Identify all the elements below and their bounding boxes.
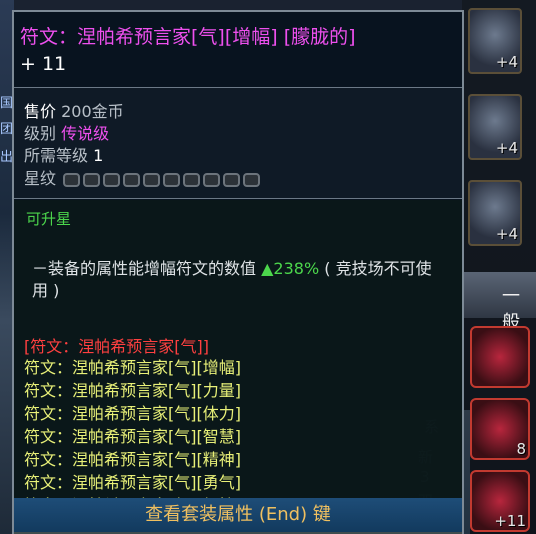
star-slot	[203, 173, 221, 187]
price-row: 售价 200金币	[24, 102, 124, 122]
slot-count: +4	[495, 139, 518, 157]
star-slot	[243, 173, 261, 187]
set-item: 符文：涅帕希预言家[气][体力]	[24, 404, 241, 423]
star-slot	[83, 173, 101, 187]
category-band: 一般 9	[462, 272, 536, 355]
level-label: 所需等级	[24, 146, 89, 165]
star-slot	[123, 173, 141, 187]
grade-row: 级别 传说级	[24, 124, 109, 144]
set-item: 符文：涅帕希预言家[气][智慧]	[24, 427, 241, 446]
inventory-slot-3[interactable]: +4	[468, 180, 522, 246]
item-upgrade-level: + 11	[20, 53, 67, 75]
divider	[14, 198, 462, 199]
item-title: 符文：涅帕希预言家[气][增幅] [朦胧的] + 11	[20, 24, 440, 78]
slot-count: +4	[495, 53, 518, 71]
star-slot	[63, 173, 81, 187]
star-slot	[163, 173, 181, 187]
star-slots	[63, 170, 263, 190]
upgrade-status: 可升星	[26, 210, 72, 228]
level-value: 1	[93, 146, 104, 165]
grade-label: 级别	[24, 124, 57, 143]
slot-count: +4	[495, 225, 518, 243]
gem-slot-2[interactable]: 8	[470, 398, 530, 460]
star-slot	[103, 173, 121, 187]
inventory-slot-2[interactable]: +4	[468, 94, 522, 160]
item-name: 符文：涅帕希预言家[气][增幅] [朦胧的]	[20, 26, 356, 48]
set-item: 符文：涅帕希预言家[气][增幅]	[24, 358, 241, 377]
level-row: 所需等级 1	[24, 146, 103, 166]
item-tooltip: 符文：涅帕希预言家[气][增幅] [朦胧的] + 11 售价 200金币 级别 …	[12, 10, 464, 534]
star-slot	[223, 173, 241, 187]
set-item-list: 符文：涅帕希预言家[气][增幅] 符文：涅帕希预言家[气][力量] 符文：涅帕希预言…	[24, 356, 241, 517]
set-item: 符文：涅帕希预言家[气][力量]	[24, 381, 241, 400]
gem-slot-1[interactable]	[470, 326, 530, 388]
inventory-slot-1[interactable]: +4	[468, 8, 522, 74]
gem-count: +11	[494, 512, 526, 530]
set-attributes-hint[interactable]: 查看套装属性 (End) 键	[14, 498, 462, 532]
star-slot	[183, 173, 201, 187]
gem-slot-3[interactable]: +11	[470, 470, 530, 532]
price-label: 售价	[24, 102, 57, 121]
description-text: －装备的属性能增幅符文的数值	[32, 259, 257, 278]
price-value: 200金币	[61, 102, 124, 121]
gem-count: 8	[516, 440, 526, 458]
set-item: 符文：涅帕希预言家[气][精神]	[24, 450, 241, 469]
item-description: －装备的属性能增幅符文的数值 ▲238% ( 竞技场不可使用 )	[32, 258, 442, 302]
star-slot	[143, 173, 161, 187]
set-header: [符文：涅帕希预言家[气]]	[24, 337, 209, 356]
star-row: 星纹	[24, 169, 263, 190]
set-item: 符文：涅帕希预言家[气][勇气]	[24, 473, 241, 492]
grade-value: 传说级	[61, 124, 110, 143]
description-percent: ▲238%	[261, 259, 320, 278]
star-label: 星纹	[24, 169, 57, 188]
